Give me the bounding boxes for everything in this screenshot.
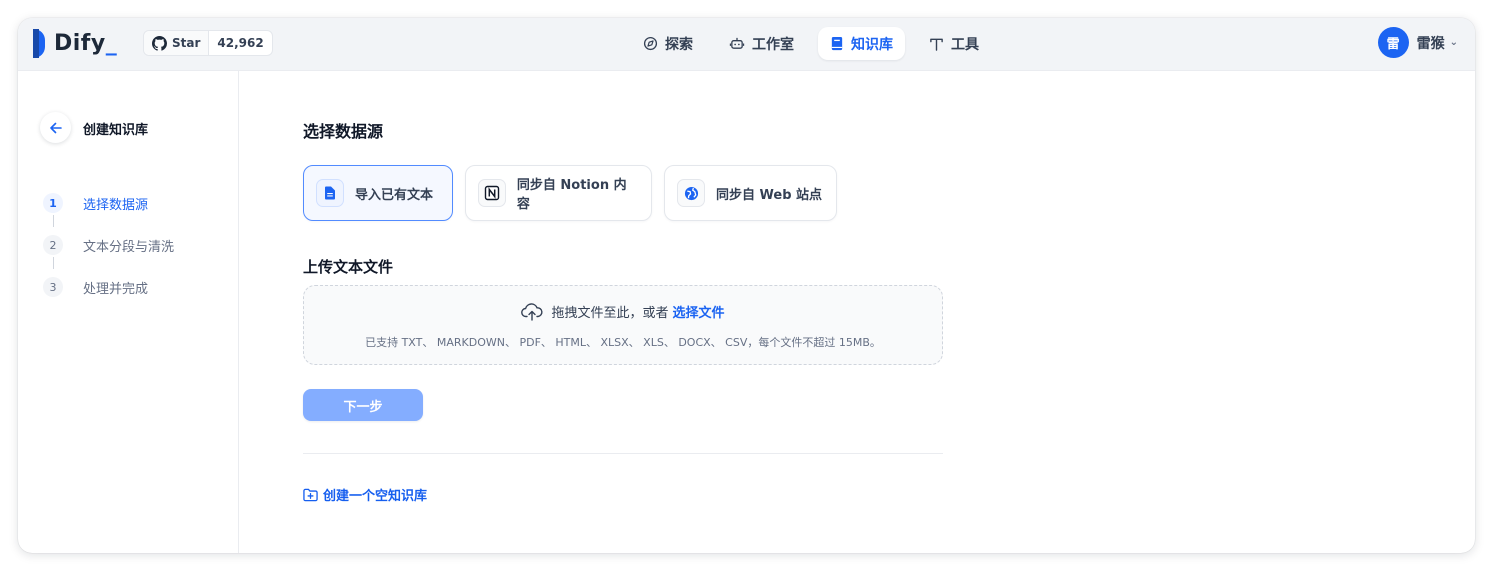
step-process-finish: 3 处理并完成 [43,277,148,297]
github-star-button[interactable]: Star 42,962 [143,30,273,56]
step-connector [53,215,54,227]
sidebar-title: 创建知识库 [83,123,149,138]
user-menu[interactable]: 雷 雷猴 ⌄ [1377,27,1458,58]
step-label: 文本分段与清洗 [83,239,175,255]
source-notion[interactable]: 同步自 Notion 内容 [465,165,652,221]
next-step-button[interactable]: 下一步 [303,389,423,421]
github-star-count: 42,962 [217,36,264,50]
nav-item-explore[interactable]: 探索 [631,27,705,60]
notion-icon [484,185,500,201]
step-number: 3 [43,277,63,297]
nav-item-studio[interactable]: 工作室 [717,27,806,60]
book-icon [831,36,843,51]
step-segment-clean: 2 文本分段与清洗 [43,235,174,255]
github-icon [152,35,167,51]
arrow-left-icon [49,122,62,133]
dropzone-hint: 已支持 TXT、 MARKDOWN、 PDF、 HTML、 XLSX、 XLS、… [365,336,881,349]
step-number: 2 [43,235,63,255]
dify-logo[interactable]: Dify_ [33,29,117,58]
github-star-label: Star [172,36,201,50]
nav-item-tools[interactable]: 工具 [917,27,991,60]
file-dropzone[interactable]: 拖拽文件至此，或者 选择文件 已支持 TXT、 MARKDOWN、 PDF、 H… [303,285,943,365]
divider [303,453,943,454]
nav-label: 探索 [665,36,693,53]
dify-logo-mark [33,29,45,58]
page-title: 选择数据源 [303,122,384,141]
step-select-source: 1 选择数据源 [43,193,148,213]
nav-label: 知识库 [851,36,893,53]
main-content: 选择数据源 导入已有文本 同步自 Notion 内容 同步自 Web 站点 上传… [240,71,1475,553]
step-connector [53,257,54,269]
nav-label: 工作室 [752,36,794,53]
step-label: 处理并完成 [83,281,149,297]
file-icon [325,186,335,200]
avatar: 雷 [1377,27,1409,58]
create-empty-label: 创建一个空知识库 [323,489,428,504]
steps-sidebar: 创建知识库 1 选择数据源 2 文本分段与清洗 3 处理并完成 [18,71,239,553]
source-label: 同步自 Notion 内容 [516,178,627,212]
robot-icon [729,37,745,49]
select-file-link[interactable]: 选择文件 [673,302,725,321]
source-label: 同步自 Web 站点 [716,187,823,203]
hammer-icon [930,38,943,51]
back-button[interactable] [40,112,71,143]
create-empty-knowledge-link[interactable]: 创建一个空知识库 [303,485,427,504]
source-import-text[interactable]: 导入已有文本 [303,165,453,221]
top-header: Dify_ Star 42,962 探索 工作室 知识库 工具 雷 雷猴 ⌄ [18,18,1475,71]
step-label: 选择数据源 [83,197,149,213]
chevron-down-icon: ⌄ [1449,37,1458,48]
nav-label: 工具 [951,36,979,53]
nav-item-knowledge[interactable]: 知识库 [818,27,905,60]
folder-plus-icon [303,488,318,501]
compass-icon [643,36,658,51]
cloud-upload-icon [521,302,544,321]
step-number: 1 [43,193,63,213]
main-nav: 探索 工作室 知识库 工具 [631,27,1003,60]
source-label: 导入已有文本 [355,187,434,203]
user-name: 雷猴 [1416,35,1445,52]
dify-logo-text: Dify_ [54,31,118,56]
web-icon [684,186,698,200]
dropzone-text: 拖拽文件至此，或者 [551,306,669,321]
app-window: Dify_ Star 42,962 探索 工作室 知识库 工具 雷 雷猴 ⌄ 创… [18,18,1475,553]
upload-section-title: 上传文本文件 [303,258,394,276]
source-website[interactable]: 同步自 Web 站点 [664,165,837,221]
